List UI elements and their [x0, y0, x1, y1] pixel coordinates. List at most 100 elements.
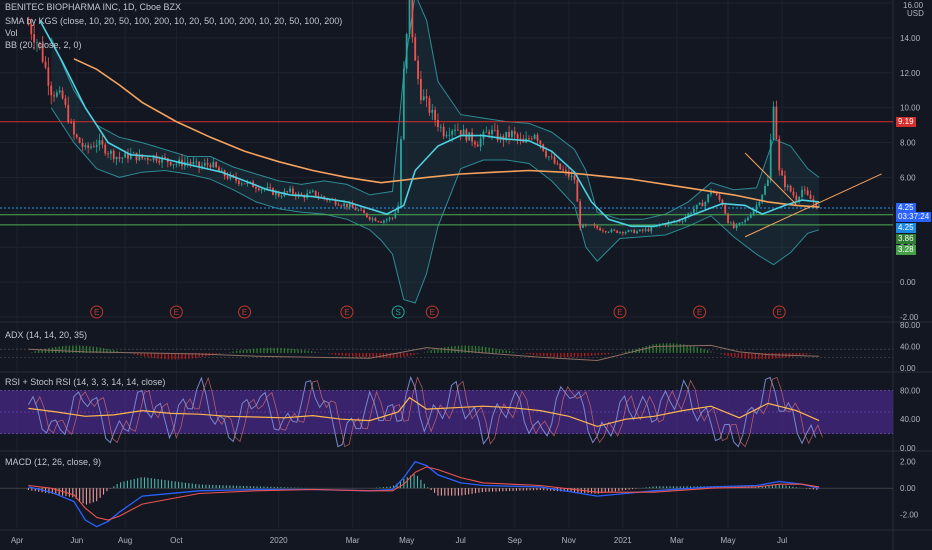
candle-body — [363, 210, 365, 214]
candle-body — [471, 132, 473, 142]
candle-body — [511, 131, 513, 138]
candle-body — [621, 231, 624, 234]
x-tick-label: Jul — [456, 536, 466, 545]
x-tick-label: 2020 — [270, 536, 288, 545]
currency-label[interactable]: USD — [905, 9, 926, 19]
candle-body — [186, 162, 189, 163]
candle-body — [144, 157, 146, 159]
candle-body — [81, 143, 84, 147]
candle-body — [417, 60, 419, 79]
candle-body — [493, 129, 496, 131]
bb-legend[interactable]: BB (20, close, 2, 0) — [5, 40, 82, 51]
candle-body — [539, 140, 542, 145]
grid-lines — [0, 0, 932, 550]
candle-body — [439, 126, 442, 128]
candle-body — [795, 195, 798, 201]
candle-body — [206, 163, 209, 165]
earnings-marker-label: E — [697, 308, 702, 317]
candle-body — [289, 188, 291, 192]
candle-body — [474, 141, 476, 145]
candle-body — [212, 162, 215, 168]
candle-body — [255, 187, 257, 189]
candle-body — [50, 85, 53, 96]
candle-body — [394, 212, 397, 218]
candle-body — [192, 161, 195, 164]
candle-body — [124, 153, 127, 158]
macd-line — [28, 460, 820, 528]
resistance-tag: 9.19 — [896, 117, 916, 127]
candle-body — [806, 190, 809, 195]
adx-legend[interactable]: ADX (14, 14, 20, 35) — [5, 330, 87, 341]
candle-body — [809, 194, 812, 200]
candle-body — [243, 183, 246, 185]
candle-body — [425, 96, 428, 99]
candle-body — [90, 146, 92, 148]
candle-body — [405, 33, 408, 69]
candle-body — [729, 222, 732, 224]
candle-body — [559, 163, 562, 170]
candle-body — [365, 213, 368, 218]
candle-body — [112, 150, 115, 160]
last-price-tag-2: 4.25 — [896, 223, 916, 233]
earnings-marker-label: E — [174, 308, 179, 317]
candle-body — [647, 229, 650, 232]
candle-body — [309, 191, 311, 194]
candle-body — [189, 162, 192, 164]
candle-body — [104, 144, 107, 154]
candle-body — [724, 205, 727, 214]
candle-body — [266, 187, 269, 189]
macd-pane — [0, 460, 893, 528]
candle-body — [448, 134, 451, 136]
candle-body — [786, 185, 789, 188]
y-tick-label: -2.00 — [900, 511, 919, 520]
candle-body — [348, 204, 351, 208]
candle-body — [462, 129, 465, 136]
y-tick-label: 80.00 — [900, 386, 921, 395]
candle-body — [340, 205, 343, 207]
chart-stage[interactable]: E E E E E E E E S Apr Jun Aug Oct 2020 Mar May Jul Sep No… — [0, 0, 932, 550]
candle-body — [693, 208, 695, 214]
candle-body — [237, 180, 240, 184]
candle-body — [311, 190, 314, 192]
candle-body — [690, 213, 692, 214]
candle-body — [269, 187, 272, 189]
rsi-legend[interactable]: RSI + Stoch RSI (14, 3, 3, 14, 14, close… — [5, 377, 165, 388]
candle-body — [164, 157, 166, 159]
candle-body — [385, 219, 388, 221]
candle-body — [354, 207, 357, 211]
sma-legend[interactable]: SMA by KGS (close, 10, 20, 50, 100, 200,… — [5, 16, 342, 27]
candle-body — [175, 163, 178, 165]
candle-body — [121, 157, 124, 159]
candle-body — [172, 164, 175, 166]
symbol-title[interactable]: BENITEC BIOPHARMA INC, 1D, Cboe BZX — [5, 2, 181, 13]
candle-body — [67, 104, 70, 123]
macd-signal-line — [28, 466, 820, 521]
candle-body — [650, 226, 653, 232]
candle-body — [718, 195, 721, 200]
candle-body — [209, 164, 212, 168]
candle-body — [195, 161, 198, 163]
candle-body — [513, 131, 516, 135]
y-tick-label: 40.00 — [900, 415, 921, 424]
x-tick-label: Oct — [170, 536, 183, 545]
candle-body — [593, 225, 596, 226]
vol-legend[interactable]: Vol — [5, 28, 18, 39]
x-tick-label: May — [720, 536, 735, 545]
candle-body — [704, 202, 707, 207]
candle-body — [627, 230, 630, 233]
candle-body — [616, 230, 619, 233]
y-tick-label: 12.00 — [900, 69, 921, 78]
y-tick-label: 80.00 — [900, 321, 921, 330]
earnings-marker-label: E — [777, 308, 782, 317]
candle-body — [218, 167, 220, 172]
candle-body — [599, 228, 601, 231]
candle-body — [738, 222, 741, 225]
candle-body — [388, 217, 391, 220]
candle-body — [53, 95, 55, 97]
event-markers[interactable]: E E E E E E E ES — [90, 305, 786, 319]
macd-legend[interactable]: MACD (12, 26, close, 9) — [5, 457, 101, 468]
x-tick-label: 2021 — [614, 536, 632, 545]
candle-body — [434, 109, 437, 120]
candle-body — [519, 138, 522, 140]
candle-body — [533, 134, 536, 139]
